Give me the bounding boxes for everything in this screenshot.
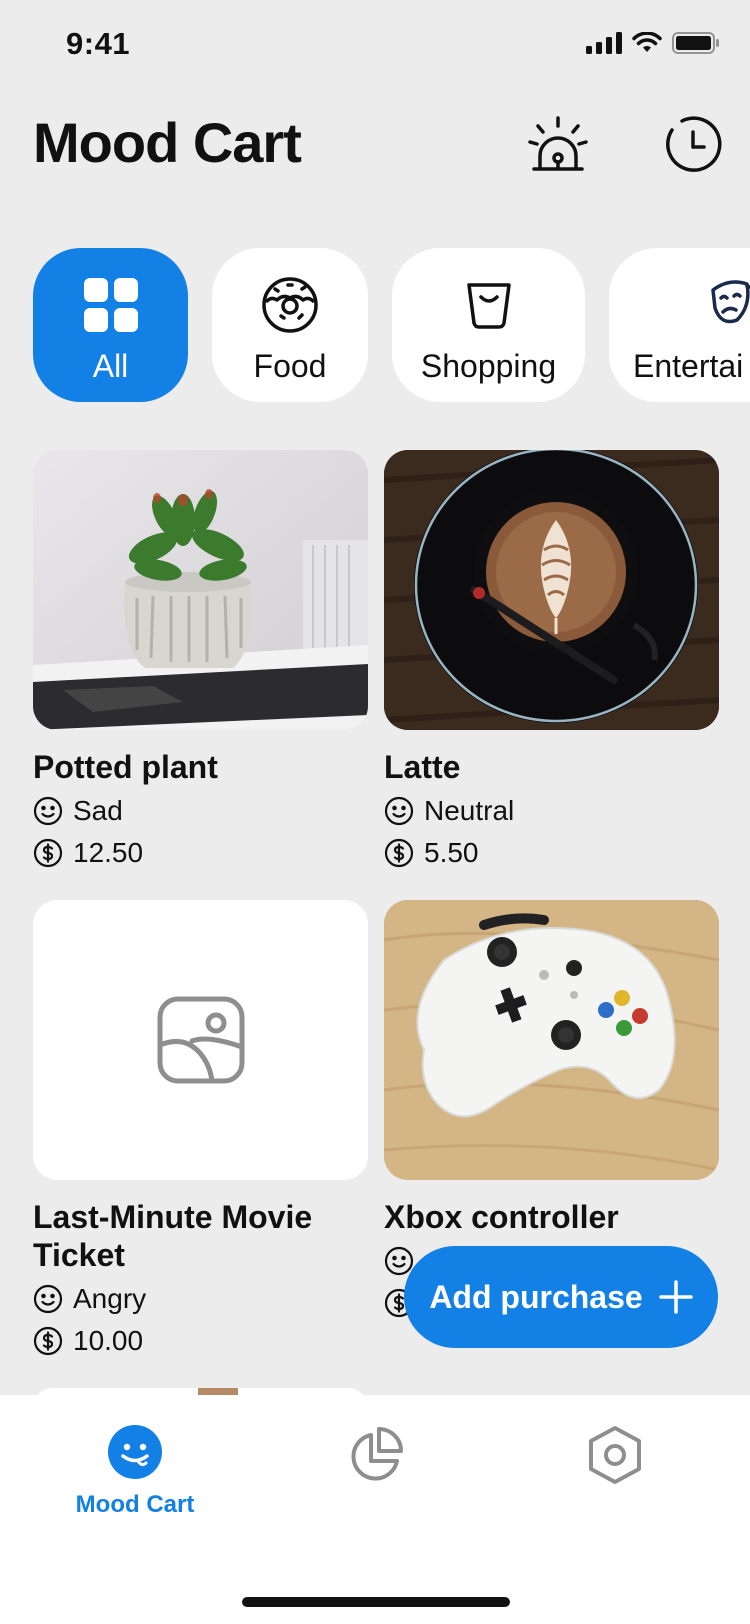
purchase-card[interactable]: Last-Minute Movie Ticket Angry 10.00 [33,900,368,1358]
smiley-icon [108,1425,162,1479]
theater-masks-icon [711,280,750,324]
dollar-circle-icon [33,1326,63,1356]
add-purchase-button[interactable]: Add purchase [404,1246,718,1348]
price-row: 5.50 [384,836,719,870]
purchase-name: Xbox controller [384,1199,619,1235]
category-chip-label: Food [253,348,327,384]
status-bar: 9:41 [0,0,750,90]
home-indicator [242,1597,510,1607]
mood-row: Sad [33,794,368,828]
category-chips: All Food Shopping Entertai [33,248,750,402]
mood-row: Angry [33,1282,368,1316]
plus-icon [658,1280,693,1314]
add-purchase-label: Add purchase [429,1278,643,1315]
pie-chart-icon [351,1427,403,1481]
dollar-circle-icon [33,838,63,868]
tab-mood-cart[interactable]: Mood Cart [25,1425,245,1519]
purchase-name: Potted plant [33,749,218,785]
category-chip-food[interactable]: Food [212,248,368,402]
status-time: 9:41 [66,26,131,61]
wifi-icon [632,32,662,52]
tab-settings[interactable] [505,1425,725,1485]
grid-icon [83,278,138,332]
smiley-icon [33,1284,63,1314]
settings-hex-icon [589,1426,641,1484]
clock-icon [666,116,722,172]
mood-label: Neutral [424,795,515,826]
category-chip-label: All [92,348,129,384]
history-clock-button[interactable] [660,112,724,176]
page-title: Mood Cart [33,111,302,174]
tab-insights[interactable] [265,1425,485,1485]
purchase-name: Latte [384,749,461,785]
purchase-card[interactable]: Latte Neutral 5.50 [384,450,719,870]
status-icons [586,32,720,54]
purchase-card[interactable]: Potted plant Sad 12.50 [33,450,368,870]
mood-row: Neutral [384,794,719,828]
image-placeholder-icon [157,996,244,1084]
potted-plant-photo [33,450,368,730]
price-row: 10.00 [33,1324,368,1358]
mood-label: Sad [73,795,123,826]
category-chip-entertainment[interactable]: Entertai [609,248,750,402]
mood-label: Angry [73,1283,147,1314]
category-chip-label: Shopping [420,348,557,384]
purchase-name: Last-Minute Movie Ticket [33,1199,313,1273]
tab-label: Mood Cart [75,1491,195,1518]
category-chip-all[interactable]: All [33,248,188,402]
price-value: 5.50 [424,837,479,868]
latte-photo [384,450,719,730]
cellular-signal-icon [586,32,622,54]
tab-bar: Mood Cart [0,1395,750,1624]
dollar-circle-icon [384,838,414,868]
smiley-icon [384,796,414,826]
price-row: 12.50 [33,836,368,870]
smiley-icon [33,796,63,826]
alarm-light-icon[interactable] [526,112,590,176]
category-chip-shopping[interactable]: Shopping [392,248,585,402]
shopping-bag-icon [466,283,511,329]
category-chip-label: Entertai [633,348,744,384]
price-value: 10.00 [73,1325,144,1356]
placeholder-image [33,900,368,1180]
controller-photo [384,900,719,1180]
battery-icon [672,32,719,54]
price-value: 12.50 [73,837,144,868]
donut-icon [262,277,318,333]
